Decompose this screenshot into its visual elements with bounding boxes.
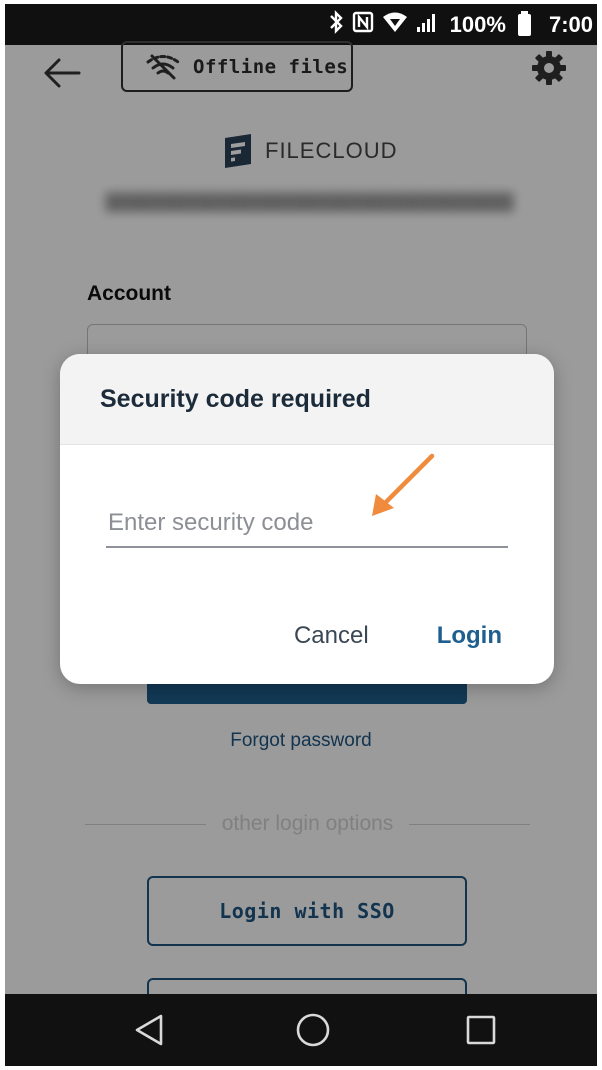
home-circle-icon (296, 1013, 330, 1047)
clock: 7:00 (548, 11, 593, 37)
nav-recents-button[interactable] (463, 1012, 499, 1048)
login-button[interactable]: Login (437, 622, 502, 650)
annotation-arrow-icon (372, 453, 435, 516)
security-code-dialog: Security code required Cancel Login (60, 354, 554, 684)
bluetooth-icon (328, 10, 344, 39)
nav-home-button[interactable] (295, 1012, 331, 1048)
wifi-icon (382, 11, 408, 38)
security-code-input[interactable] (106, 500, 508, 548)
status-bar: 100% 7:00 (5, 4, 597, 45)
battery-icon (517, 10, 531, 36)
back-triangle-icon (135, 1014, 163, 1046)
battery-percent: 100% (449, 11, 506, 37)
recents-square-icon (466, 1015, 496, 1045)
cancel-button[interactable]: Cancel (294, 622, 369, 650)
nfc-icon (352, 11, 374, 38)
dialog-header: Security code required (60, 354, 554, 445)
dialog-actions: Cancel Login (294, 622, 502, 650)
signal-icon (416, 11, 438, 38)
phone-screen: 100% 7:00 Offline files FILECLOUD ██████… (5, 4, 597, 1066)
navigation-bar (5, 994, 597, 1066)
nav-back-button[interactable] (131, 1012, 167, 1048)
dialog-title: Security code required (100, 384, 371, 413)
